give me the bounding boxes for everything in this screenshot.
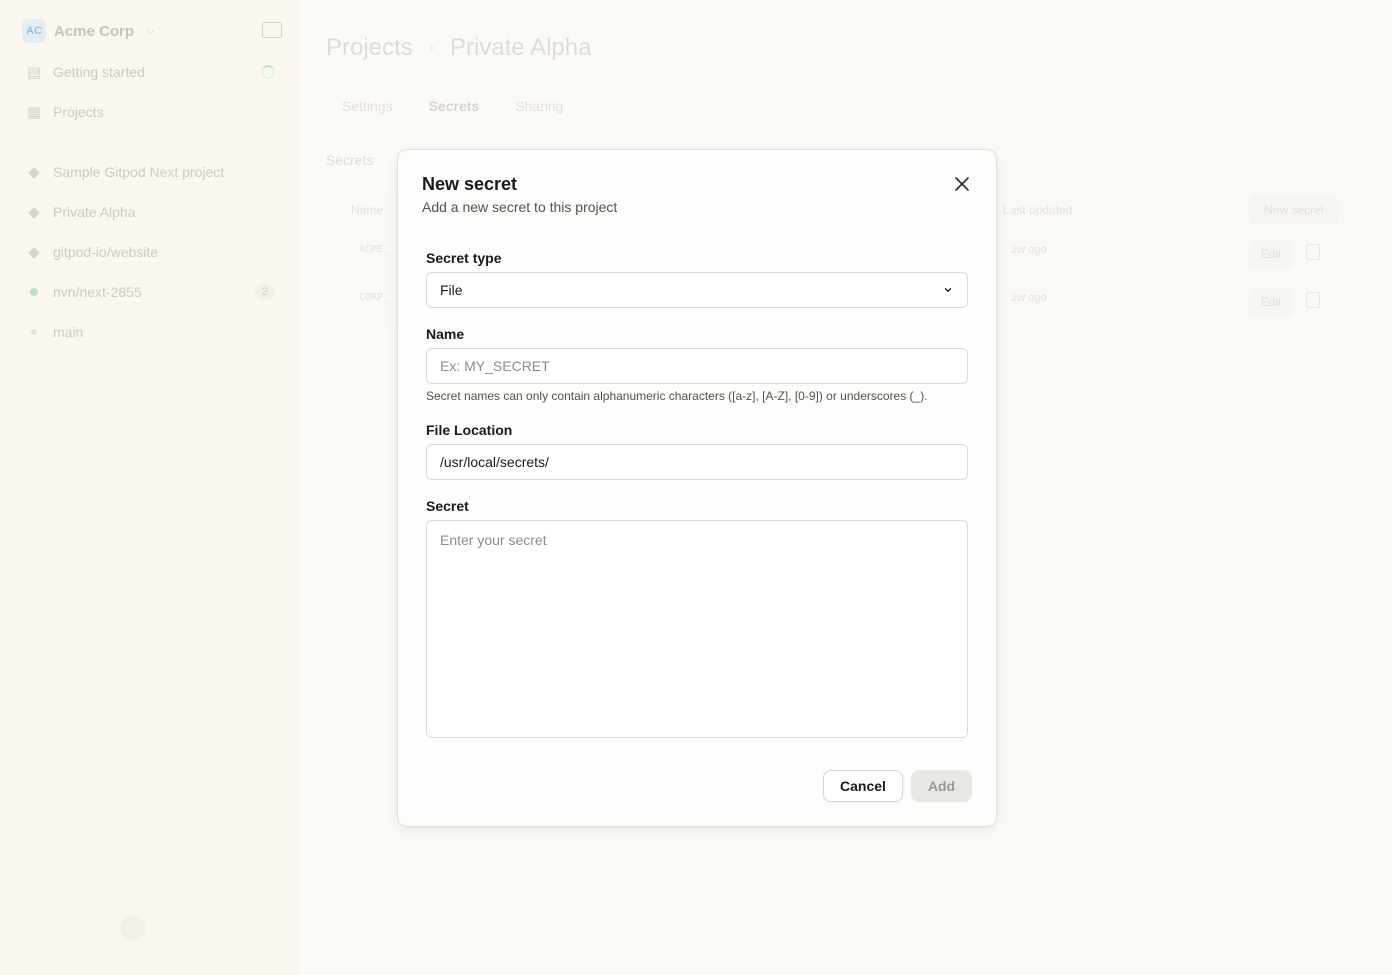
chevron-down-icon: [942, 284, 954, 296]
close-icon: [955, 177, 969, 191]
secret-type-label: Secret type: [426, 250, 502, 266]
file-location-input[interactable]: [426, 444, 968, 480]
dialog-title: New secret: [422, 174, 518, 194]
name-hint: Secret names can only contain alphanumer…: [426, 389, 928, 403]
close-button[interactable]: [950, 172, 974, 196]
dialog-subtitle: Add a new secret to this project: [422, 199, 618, 215]
secret-label: Secret: [426, 498, 469, 514]
secret-type-value: File: [440, 282, 463, 298]
name-input[interactable]: [426, 348, 968, 384]
name-label: Name: [426, 326, 465, 342]
secret-type-select[interactable]: File: [426, 272, 968, 308]
cancel-button[interactable]: Cancel: [823, 770, 903, 802]
add-button[interactable]: Add: [911, 770, 972, 802]
new-secret-dialog: New secret Add a new secret to this proj…: [397, 149, 997, 827]
secret-textarea[interactable]: [426, 520, 968, 738]
file-location-label: File Location: [426, 422, 513, 438]
